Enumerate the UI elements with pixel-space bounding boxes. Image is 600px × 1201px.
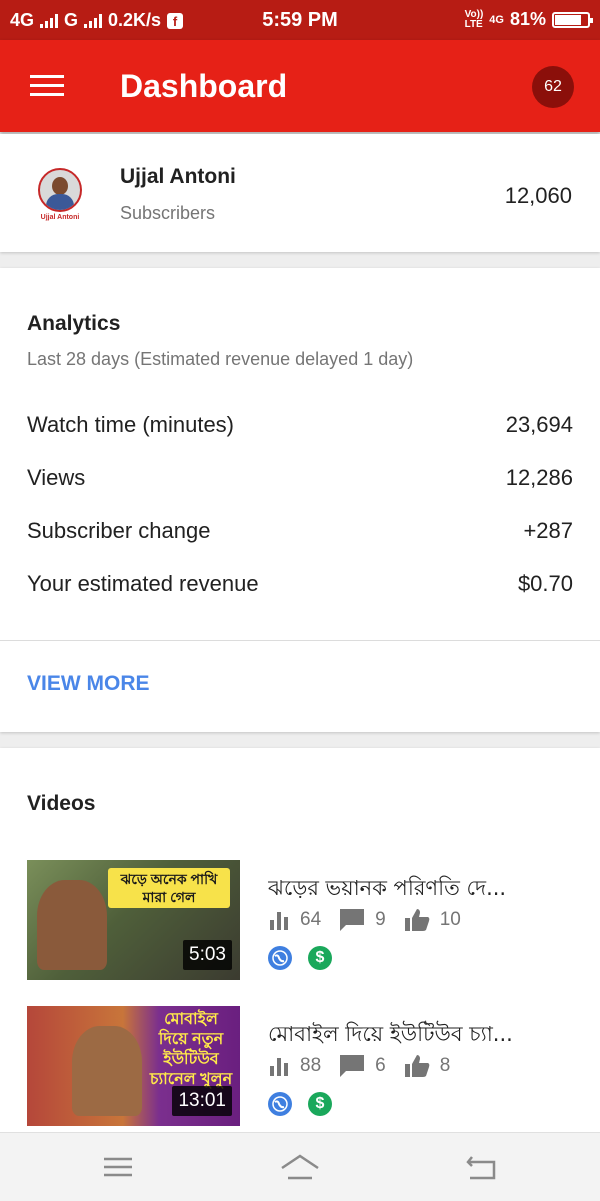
- metric-row-revenue: Your estimated revenue $0.70: [27, 571, 573, 601]
- battery-icon: [552, 11, 593, 28]
- video-thumbnail[interactable]: মোবাইল দিয়ে নতুন ইউটিউব চ্যানেল খুলুন 1…: [27, 1006, 240, 1126]
- views-stat: 64: [268, 909, 321, 931]
- views-count: 64: [300, 909, 322, 930]
- comments-count: 9: [375, 909, 386, 930]
- thumbnail-text: মোবাইল দিয়ে নতুন ইউটিউব চ্যানেল খুলুন: [149, 1011, 233, 1088]
- status-right: Vo)) LTE 4G 81%: [464, 9, 593, 30]
- metric-value: $0.70: [517, 571, 573, 596]
- views-stat: 88: [268, 1055, 321, 1077]
- avatar-caption: Ujjal Antoni: [40, 214, 80, 221]
- video-thumbnail[interactable]: ঝড়ে অনেক পাখি মারা গেল 5:03: [27, 860, 240, 980]
- home-icon[interactable]: [280, 1151, 320, 1183]
- battery-fill: [555, 14, 581, 25]
- back-icon[interactable]: [462, 1151, 502, 1183]
- thumbnail-text: ঝড়ে অনেক পাখি মারা গেল: [108, 868, 230, 908]
- volte-indicator: Vo)) LTE: [464, 9, 484, 30]
- analytics-subtitle: Last 28 days (Estimated revenue delayed …: [27, 349, 414, 369]
- system-nav-bar: [0, 1132, 600, 1201]
- video-duration: 5:03: [183, 940, 232, 970]
- video-badges: $: [268, 1092, 332, 1116]
- likes-stat: 10: [404, 908, 461, 932]
- analytics-card: Analytics Last 28 days (Estimated revenu…: [0, 268, 600, 732]
- thumbs-up-icon: [404, 1055, 430, 1077]
- status-bar: 4G G 0.2K/s f 5:59 PM Vo)) LTE 4G 81%: [0, 0, 600, 40]
- metric-row-subscriber-change: Subscriber change +287: [27, 518, 573, 548]
- video-title[interactable]: মোবাইল দিয়ে ইউটিউব চ্যা...: [268, 1018, 578, 1053]
- metric-value: 23,694: [505, 412, 573, 437]
- network-type-3: 4G: [489, 13, 504, 26]
- globe-icon: [268, 1092, 292, 1116]
- globe-icon: [268, 946, 292, 970]
- thumbs-up-icon: [404, 909, 430, 931]
- video-stats: 64 9 10: [268, 908, 479, 932]
- analytics-title: Analytics: [27, 312, 121, 335]
- comment-icon: [340, 909, 365, 931]
- metric-label: Your estimated revenue: [27, 571, 259, 596]
- channel-name: Ujjal Antoni: [120, 165, 236, 188]
- subscribers-count: 12,060: [504, 183, 572, 208]
- videos-title: Videos: [27, 792, 96, 815]
- metric-row-watch-time: Watch time (minutes) 23,694: [27, 412, 573, 442]
- dollar-icon: $: [308, 1092, 332, 1116]
- channel-card[interactable]: Ujjal Antoni Ujjal Antoni Subscribers 12…: [0, 134, 600, 252]
- menu-icon[interactable]: [30, 75, 64, 97]
- metric-label: Watch time (minutes): [27, 412, 235, 437]
- metric-value: 12,286: [505, 465, 573, 490]
- recent-apps-icon[interactable]: [98, 1151, 138, 1183]
- metric-row-views: Views 12,286: [27, 465, 573, 495]
- video-stats: 88 6 8: [268, 1054, 468, 1078]
- subscribers-label: Subscribers: [120, 203, 216, 223]
- view-more-button[interactable]: VIEW MORE: [27, 672, 150, 696]
- battery-percent: 81%: [509, 9, 546, 29]
- video-badges: $: [268, 946, 332, 970]
- views-count: 88: [300, 1055, 322, 1076]
- likes-count: 8: [439, 1055, 451, 1076]
- divider: [0, 640, 600, 641]
- app-bar: Dashboard 62: [0, 40, 600, 132]
- video-item[interactable]: মোবাইল দিয়ে নতুন ইউটিউব চ্যানেল খুলুন 1…: [0, 1006, 600, 1126]
- comments-stat: 9: [339, 908, 386, 932]
- likes-stat: 8: [404, 1054, 451, 1078]
- likes-count: 10: [439, 909, 461, 930]
- comments-stat: 6: [339, 1054, 386, 1078]
- bar-chart-icon: [270, 912, 288, 930]
- page-title: Dashboard: [120, 68, 288, 104]
- video-duration: 13:01: [172, 1086, 232, 1116]
- thumbnail-person: [37, 880, 107, 970]
- volte-bottom: LTE: [464, 18, 483, 30]
- comments-count: 6: [375, 1055, 386, 1076]
- thumbnail-person: [72, 1026, 142, 1116]
- avatar: [38, 168, 82, 212]
- metric-value: +287: [523, 518, 573, 543]
- metric-label: Views: [27, 465, 86, 490]
- video-title[interactable]: ঝড়ের ভয়ানক পরিণতি দে...: [268, 872, 578, 907]
- dollar-icon: $: [308, 946, 332, 970]
- notification-badge[interactable]: 62: [532, 66, 574, 108]
- video-item[interactable]: ঝড়ে অনেক পাখি মারা গেল 5:03 ঝড়ের ভয়ান…: [0, 860, 600, 980]
- metric-label: Subscriber change: [27, 518, 211, 543]
- comment-icon: [340, 1055, 365, 1077]
- bar-chart-icon: [270, 1058, 288, 1076]
- videos-card: Videos ঝড়ে অনেক পাখি মারা গেল 5:03 ঝড়ে…: [0, 748, 600, 1133]
